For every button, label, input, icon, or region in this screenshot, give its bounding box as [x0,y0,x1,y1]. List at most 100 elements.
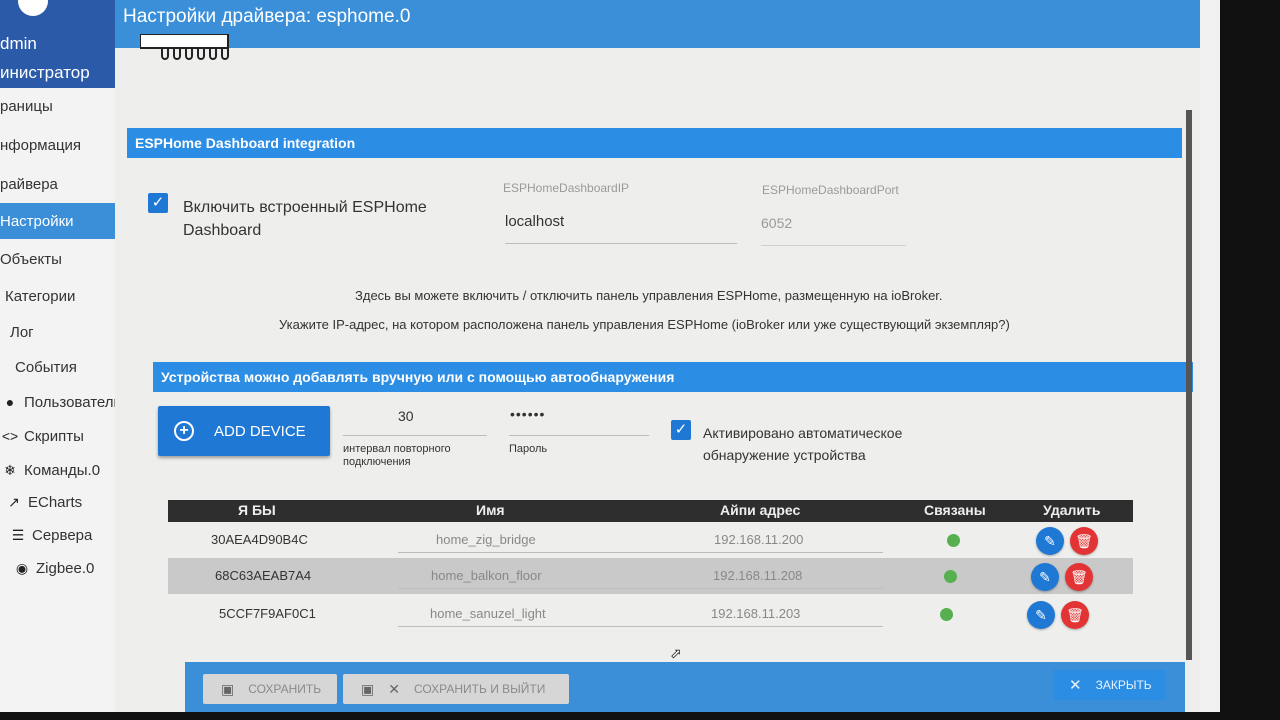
close-icon: ✕ [388,680,400,697]
table-row: 68C63AEAB7A4 home_balkon_floor 192.168.1… [168,558,1133,594]
device-name-underline [398,588,628,589]
reconnect-interval-label: интервал повторного подключения [343,443,451,469]
sidebar-item-commands[interactable]: ❄ Команды.0 [0,452,130,488]
column-header-delete: Удалить [1043,502,1101,518]
dialog-title: Настройки драйвера: esphome.0 [115,0,1205,48]
enable-dashboard-label: Включить встроенный ESPHome Dashboard [183,196,427,242]
device-name-underline [398,552,628,553]
connected-status-dot [940,608,953,621]
device-id: 30AEA4D90B4C [211,532,308,547]
device-name-input[interactable]: home_zig_bridge [436,532,536,547]
sidebar-item-label: Пользователи [24,393,122,411]
delete-device-button[interactable]: 🗑 [1061,601,1089,629]
floppy-disk-icon: ▣ [221,680,235,697]
sidebar-item-users[interactable]: ● Пользователи [0,384,130,420]
trash-icon: 🗑 [1066,606,1084,623]
device-ip-input[interactable]: 192.168.11.200 [714,532,803,547]
sidebar-item-label: Объекты [0,250,62,268]
scrollbar-track [1200,0,1220,720]
sidebar-item-servers[interactable]: ☰ Сервера [0,517,130,553]
sidebar-item-label: Лог [10,323,34,341]
sidebar-item-label: раницы [0,97,53,115]
edit-device-button[interactable]: ✎ [1031,563,1059,591]
add-device-label: ADD DEVICE [214,422,306,440]
reconnect-interval-label-line2: подключения [343,456,411,468]
dashboard-section-header: ESPHome Dashboard integration [127,128,1182,158]
device-ip-input[interactable]: 192.168.11.203 [711,606,800,621]
sidebar-item-label: Категории [5,287,76,305]
mouse-cursor-icon: ⬀ [670,645,682,661]
device-ip-underline [628,588,883,589]
enable-dashboard-checkbox[interactable]: ✓ [148,193,168,213]
table-row: 5CCF7F9AF0C1 home_sanuzel_light 192.168.… [168,596,1133,632]
dashboard-ip-input[interactable]: localhost [505,213,564,230]
save-label: СОХРАНИТЬ [248,682,322,696]
device-ip-underline [628,552,883,553]
save-and-exit-button[interactable]: ▣ ✕ СОХРАНИТЬ И ВЫЙТИ [343,674,569,704]
sidebar-item-info[interactable]: нформация [0,127,130,163]
list-icon: ☰ [11,526,25,543]
sidebar-item-label: райвера [0,175,58,193]
trash-icon: 🗑 [1075,532,1093,549]
sidebar-item-label: Команды.0 [24,461,101,479]
trash-icon: 🗑 [1070,568,1088,585]
reconnect-interval-underline [343,435,487,436]
dashboard-port-input[interactable]: 6052 [761,215,792,231]
autodiscovery-label: Активировано автоматическое обнаружение … [703,422,902,466]
dashboard-ip-label: ESPHomeDashboardIP [503,181,630,195]
monitor-bezel-bottom [0,712,1280,720]
edit-device-button[interactable]: ✎ [1027,601,1055,629]
device-name-input[interactable]: home_sanuzel_light [430,606,546,621]
sidebar-item-label: Zigbee.0 [36,559,95,577]
table-row: 30AEA4D90B4C home_zig_bridge 192.168.11.… [168,522,1133,558]
dashboard-info-text-1: Здесь вы можете включить / отключить пан… [355,288,943,303]
delete-device-button[interactable]: 🗑 [1070,527,1098,555]
sidebar-item-events[interactable]: События [0,349,130,385]
save-exit-label: СОХРАНИТЬ И ВЫЙТИ [413,682,546,696]
reconnect-interval-input[interactable]: 30 [398,408,414,424]
user-name: dmin [0,34,37,53]
delete-device-button[interactable]: 🗑 [1065,563,1093,591]
save-button[interactable]: ▣ СОХРАНИТЬ [203,674,337,704]
device-ip-input[interactable]: 192.168.11.208 [713,568,802,583]
dashboard-info-text-2: Укажите IP-адрес, на котором расположена… [279,317,1010,332]
close-button[interactable]: ✕ ЗАКРЫТЬ [1053,670,1165,700]
scrollbar-thumb[interactable] [1186,110,1192,660]
plus-icon: + [174,421,194,441]
column-header-connected: Связаны [924,502,986,518]
device-name-underline [398,626,628,627]
close-label: ЗАКРЫТЬ [1095,678,1152,692]
sidebar-item-scripts[interactable]: <> Скрипты [0,418,130,454]
user-icon: ● [5,394,15,410]
settings-dialog: Настройки драйвера: esphome.0 ESPHome Da… [115,0,1210,720]
sidebar-item-adapters[interactable]: райвера [0,166,130,202]
password-underline [509,435,649,436]
sidebar-item-label: События [15,358,77,376]
device-name-input[interactable]: home_balkon_floor [431,568,542,583]
autodiscovery-label-line2: обнаружение устройства [703,447,866,463]
sidebar-item-zigbee[interactable]: ◉ Zigbee.0 [0,550,130,586]
sidebar: dmin инистратор раницы нформация райвера… [0,0,130,720]
enable-dashboard-label-line2: Dashboard [183,222,262,239]
edit-device-button[interactable]: ✎ [1036,527,1064,555]
sidebar-item-objects[interactable]: Объекты [0,241,130,277]
dashboard-port-underline [761,245,906,246]
column-header-name: Имя [476,502,505,518]
sidebar-item-categories[interactable]: Категории [0,278,130,314]
device-id: 5CCF7F9AF0C1 [219,606,316,621]
sidebar-item-label: Скрипты [24,427,84,445]
add-device-button[interactable]: + ADD DEVICE [158,406,330,456]
devices-section-header: Устройства можно добавлять вручную или с… [153,362,1193,392]
column-header-ip: Айпи адрес [720,502,801,518]
password-input[interactable]: •••••• [510,406,545,422]
autodiscovery-checkbox[interactable]: ✓ [671,420,691,440]
avatar [18,0,48,16]
sidebar-item-log[interactable]: Лог [0,314,130,350]
sidebar-item-pages[interactable]: раницы [0,88,130,124]
close-icon: ✕ [1069,677,1082,694]
sidebar-item-settings[interactable]: Настройки [0,203,130,239]
adapter-chip-icon [140,34,229,60]
pencil-icon: ✎ [1039,568,1051,585]
sidebar-item-echarts[interactable]: ↗ ECharts [0,484,130,520]
sidebar-item-label: Настройки [0,212,74,230]
